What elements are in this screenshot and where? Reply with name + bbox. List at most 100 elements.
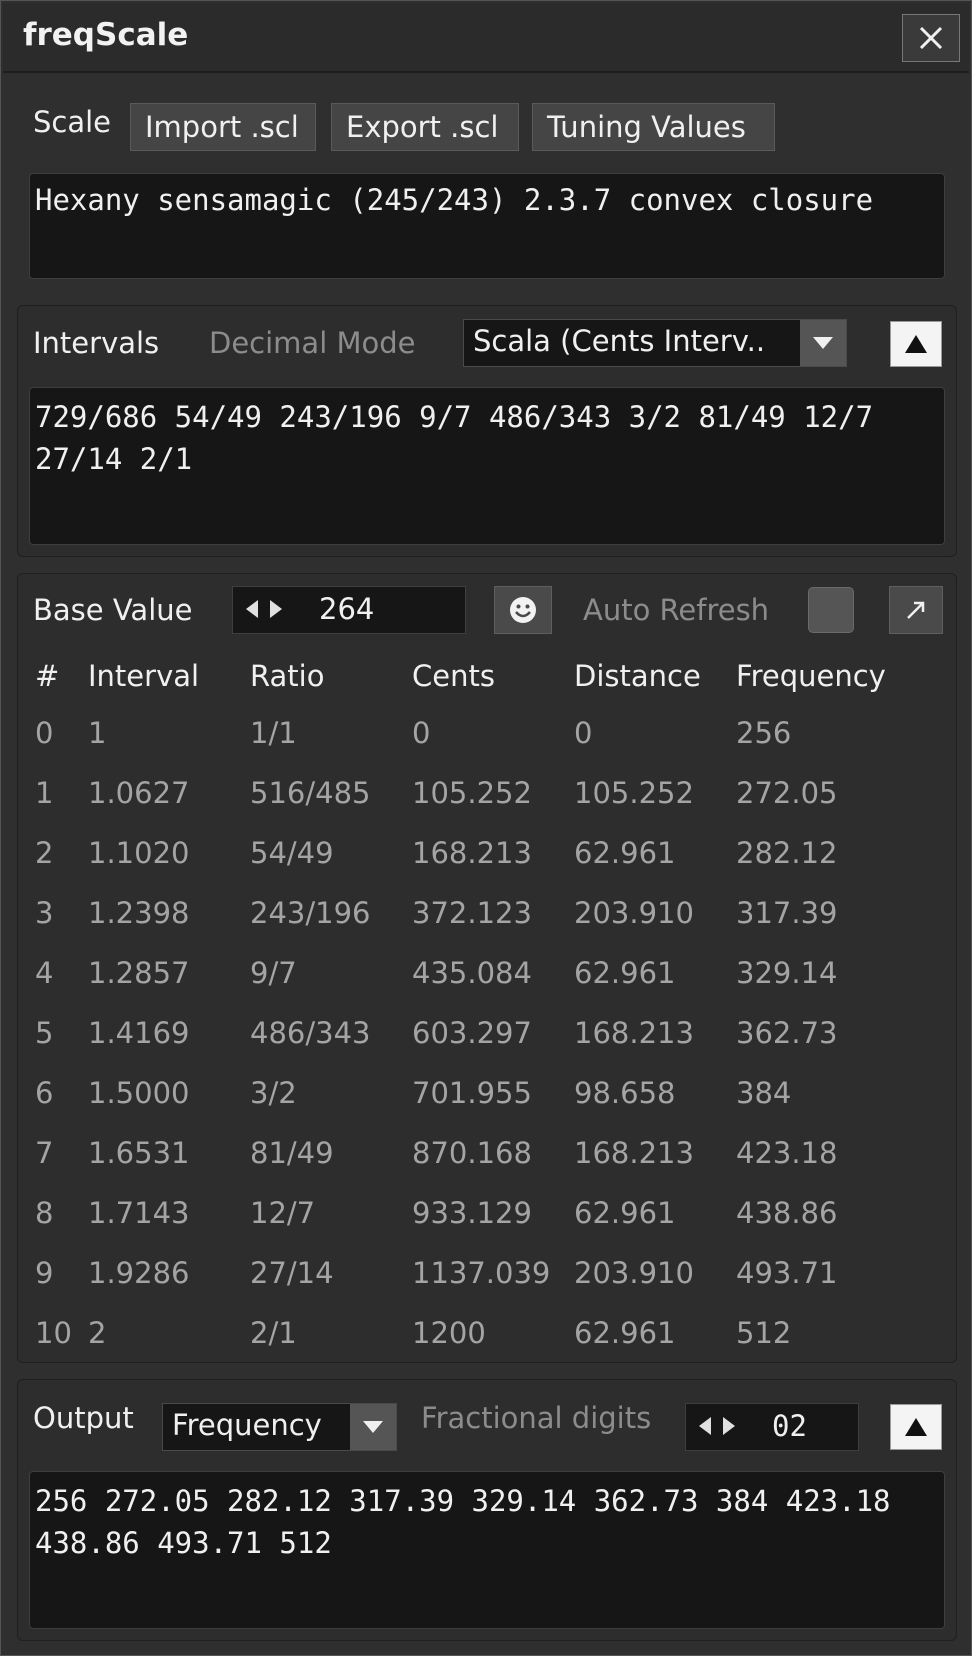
cell-frequency: 317.39 <box>736 896 838 930</box>
popout-button[interactable] <box>889 586 943 634</box>
header-interval: Interval <box>88 659 200 693</box>
cell-distance: 62.961 <box>574 956 676 990</box>
fractional-digits-spinner[interactable]: 02 <box>685 1403 859 1451</box>
table-row: 1 1.0627 516/485 105.252 105.252 272.05 <box>29 763 916 823</box>
import-scl-button[interactable]: Import .scl <box>130 103 316 151</box>
cell-distance: 62.961 <box>574 836 676 870</box>
arrow-up-right-icon <box>907 601 925 619</box>
cell-ratio: 81/49 <box>250 1136 334 1170</box>
cell-index: 4 <box>35 956 54 990</box>
cell-ratio: 243/196 <box>250 896 371 930</box>
cell-cents: 933.129 <box>412 1196 532 1230</box>
cell-cents: 870.168 <box>412 1136 532 1170</box>
cell-interval: 1.2857 <box>88 956 190 990</box>
interval-mode-select[interactable]: Scala (Cents Interv.. <box>463 319 847 367</box>
cell-index: 5 <box>35 1016 54 1050</box>
table-row: 0 1 1/1 0 0 256 <box>29 703 916 763</box>
close-button[interactable] <box>902 14 960 62</box>
chevron-down-icon <box>350 1404 396 1450</box>
cell-distance: 62.961 <box>574 1316 676 1350</box>
intervals-field[interactable]: 729/686 54/49 243/196 9/7 486/343 3/2 81… <box>29 387 945 545</box>
triangle-up-icon <box>905 1418 927 1436</box>
cell-frequency: 423.18 <box>736 1136 838 1170</box>
cell-distance: 98.658 <box>574 1076 676 1110</box>
cell-index: 6 <box>35 1076 54 1110</box>
cell-cents: 701.955 <box>412 1076 532 1110</box>
cell-ratio: 2/1 <box>250 1316 297 1350</box>
spinner-arrows[interactable] <box>245 599 283 619</box>
cell-interval: 1.9286 <box>88 1256 190 1290</box>
fractional-digits-label: Fractional digits <box>421 1401 652 1435</box>
cell-distance: 0 <box>574 716 593 750</box>
arrow-right-icon[interactable] <box>722 1416 736 1436</box>
arrow-left-icon[interactable] <box>698 1416 712 1436</box>
output-field[interactable]: 256 272.05 282.12 317.39 329.14 362.73 3… <box>29 1471 945 1629</box>
cell-distance: 168.213 <box>574 1136 694 1170</box>
cell-index: 0 <box>35 716 54 750</box>
export-scl-button[interactable]: Export .scl <box>331 103 519 151</box>
cell-ratio: 27/14 <box>250 1256 334 1290</box>
cell-interval: 1 <box>88 716 107 750</box>
table-row: 4 1.2857 9/7 435.084 62.961 329.14 <box>29 943 916 1003</box>
cell-frequency: 384 <box>736 1076 792 1110</box>
cell-index: 10 <box>35 1316 72 1350</box>
cell-index: 9 <box>35 1256 54 1290</box>
intervals-label: Intervals <box>33 326 160 360</box>
arrow-right-icon[interactable] <box>269 599 283 619</box>
table-row: 7 1.6531 81/49 870.168 168.213 423.18 <box>29 1123 916 1183</box>
cell-index: 8 <box>35 1196 54 1230</box>
cell-interval: 1.7143 <box>88 1196 190 1230</box>
cell-cents: 105.252 <box>412 776 532 810</box>
output-label: Output <box>33 1401 134 1435</box>
header-distance: Distance <box>574 659 701 693</box>
cell-interval: 1.6531 <box>88 1136 190 1170</box>
cell-cents: 603.297 <box>412 1016 532 1050</box>
auto-refresh-label: Auto Refresh <box>583 593 770 627</box>
cell-ratio: 516/485 <box>250 776 371 810</box>
cell-interval: 1.5000 <box>88 1076 190 1110</box>
table-row: 2 1.1020 54/49 168.213 62.961 282.12 <box>29 823 916 883</box>
cell-frequency: 329.14 <box>736 956 838 990</box>
intervals-collapse-button[interactable] <box>890 321 942 367</box>
cell-frequency: 272.05 <box>736 776 838 810</box>
auto-refresh-toggle[interactable] <box>808 587 854 633</box>
output-collapse-button[interactable] <box>890 1404 942 1450</box>
header-ratio: Ratio <box>250 659 325 693</box>
tuning-values-button[interactable]: Tuning Values <box>532 103 775 151</box>
cell-interval: 1.1020 <box>88 836 190 870</box>
scale-description-field[interactable]: Hexany sensamagic (245/243) 2.3.7 convex… <box>29 173 945 279</box>
cell-cents: 372.123 <box>412 896 532 930</box>
cell-distance: 105.252 <box>574 776 694 810</box>
close-icon <box>919 26 943 50</box>
header-index: # <box>35 659 60 693</box>
cell-ratio: 1/1 <box>250 716 297 750</box>
base-value-spinner[interactable]: 264 <box>232 586 466 634</box>
window-title: freqScale <box>23 17 189 53</box>
cell-cents: 435.084 <box>412 956 532 990</box>
table-row: 8 1.7143 12/7 933.129 62.961 438.86 <box>29 1183 916 1243</box>
cell-cents: 0 <box>412 716 431 750</box>
arrow-left-icon[interactable] <box>245 599 259 619</box>
smiley-icon <box>510 597 536 623</box>
plugin-window: freqScale Scale Import .scl Export .scl … <box>0 0 972 1656</box>
table-header-row: # Interval Ratio Cents Distance Frequenc… <box>29 649 916 703</box>
table-row: 3 1.2398 243/196 372.123 203.910 317.39 <box>29 883 916 943</box>
cell-interval: 1.2398 <box>88 896 190 930</box>
chevron-down-icon <box>800 320 846 366</box>
fractional-digits-value: 02 <box>772 1409 807 1443</box>
cell-interval: 1.4169 <box>88 1016 190 1050</box>
cell-frequency: 512 <box>736 1316 792 1350</box>
table-row: 10 2 2/1 1200 62.961 512 <box>29 1303 916 1363</box>
table-row: 9 1.9286 27/14 1137.039 203.910 493.71 <box>29 1243 916 1303</box>
cell-index: 2 <box>35 836 54 870</box>
cell-ratio: 9/7 <box>250 956 297 990</box>
spinner-arrows[interactable] <box>698 1416 736 1436</box>
cell-frequency: 493.71 <box>736 1256 838 1290</box>
randomize-button[interactable] <box>494 586 552 634</box>
header-cents: Cents <box>412 659 495 693</box>
triangle-up-icon <box>905 335 927 353</box>
cell-cents: 1137.039 <box>412 1256 551 1290</box>
interval-mode-value: Scala (Cents Interv.. <box>473 324 766 358</box>
cell-ratio: 3/2 <box>250 1076 297 1110</box>
output-mode-select[interactable]: Frequency <box>162 1403 397 1451</box>
